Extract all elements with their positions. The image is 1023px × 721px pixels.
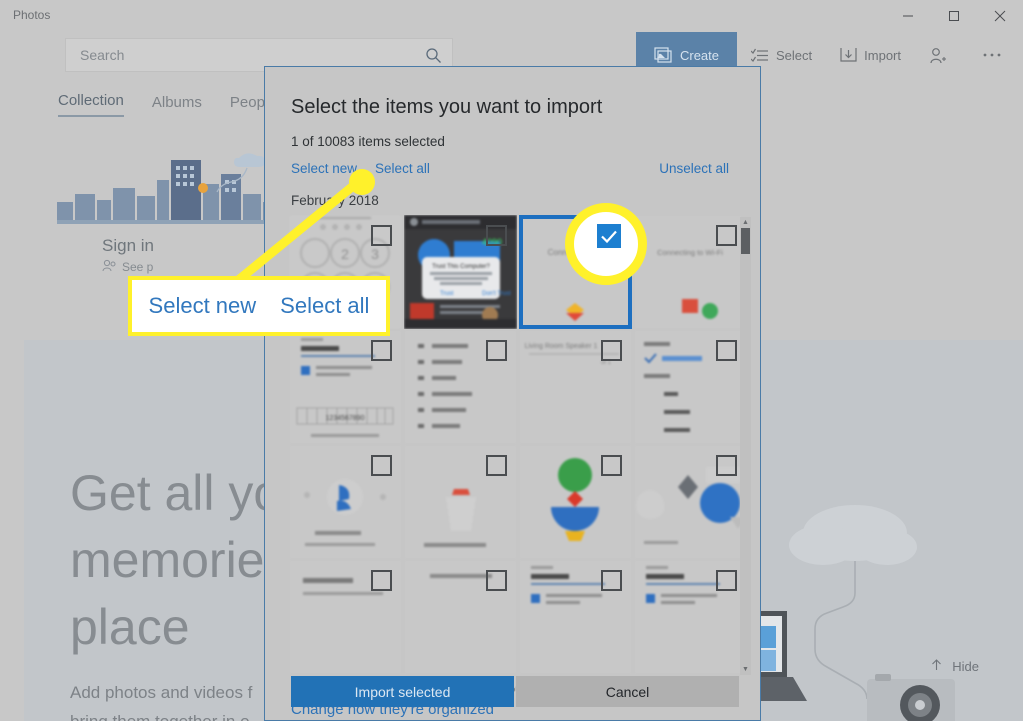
dialog-buttons: Import selected Cancel xyxy=(291,676,739,707)
tab-collection[interactable]: Collection xyxy=(58,92,124,117)
thumbnail-checkbox[interactable] xyxy=(486,340,507,361)
thumbnail-checkbox[interactable] xyxy=(601,455,622,476)
scroll-down-icon[interactable]: ▼ xyxy=(740,664,751,675)
thumbnail-item[interactable]: Living Room Speaker 1 of 1 xyxy=(519,330,632,444)
svg-text:1234567890: 1234567890 xyxy=(326,415,365,422)
thumbnail-checkbox[interactable] xyxy=(716,225,737,246)
screen: Photos Search Create Select Import Colle… xyxy=(0,0,1023,721)
minimize-icon[interactable] xyxy=(885,0,931,32)
thumbnail-checkbox[interactable] xyxy=(371,455,392,476)
thumbnail-item[interactable] xyxy=(519,445,632,559)
hero-paragraph: Add photos and videos f bring them toget… xyxy=(70,683,253,721)
import-button[interactable]: Import xyxy=(826,35,915,75)
callout-annotation: Select new Select all xyxy=(128,276,390,336)
import-label: Import xyxy=(864,47,901,63)
tab-albums[interactable]: Albums xyxy=(152,94,202,117)
thumbnail-checkbox[interactable] xyxy=(716,455,737,476)
thumbnail-checkbox[interactable] xyxy=(716,340,737,361)
thumbnail-item[interactable]: 4090 Trust This Computer? Trust Don't Tr… xyxy=(404,215,517,329)
callout-select-all: Select all xyxy=(280,293,370,318)
svg-text:3: 3 xyxy=(371,246,379,262)
import-icon xyxy=(840,47,857,63)
nav-tabs: Collection Albums People xyxy=(58,92,277,117)
create-icon xyxy=(654,47,673,63)
thumbnail-checkbox[interactable] xyxy=(486,455,507,476)
thumbnail-item[interactable] xyxy=(404,445,517,559)
import-selected-button[interactable]: Import selected xyxy=(291,676,514,707)
select-icon xyxy=(751,48,769,63)
thumbnail-checkbox[interactable] xyxy=(371,225,392,246)
close-icon[interactable] xyxy=(977,0,1023,32)
window-controls xyxy=(885,0,1023,32)
dialog-title: Select the items you want to import xyxy=(291,96,603,118)
svg-text:Don't Trust: Don't Trust xyxy=(482,291,511,297)
callout-select-new: Select new xyxy=(148,293,257,318)
group-heading: February 2018 xyxy=(291,193,379,208)
unselect-all-link[interactable]: Unselect all xyxy=(659,161,729,176)
thumbnail-checkbox[interactable] xyxy=(486,225,507,246)
thumbnail-item[interactable] xyxy=(519,560,632,674)
scrollbar-thumb[interactable] xyxy=(741,228,750,254)
thumbnail-checkbox[interactable] xyxy=(486,570,507,591)
selection-links: Select new Select all xyxy=(291,161,430,176)
sign-in-subtitle-text: See p xyxy=(122,260,154,274)
thumbnail-item[interactable] xyxy=(404,330,517,444)
title-bar: Photos xyxy=(0,0,1023,32)
select-label: Select xyxy=(776,47,813,63)
svg-text:2: 2 xyxy=(341,246,349,262)
thumbnail-item[interactable]: Connecting to Wi-Fi xyxy=(634,215,741,329)
more-options-button[interactable] xyxy=(968,35,1023,75)
thumbnail-checkbox[interactable] xyxy=(371,340,392,361)
select-new-link[interactable]: Select new xyxy=(291,161,357,176)
thumbnail-item[interactable] xyxy=(634,330,741,444)
thumbnail-checkbox[interactable] xyxy=(716,570,737,591)
highlighted-checkbox[interactable] xyxy=(597,224,621,248)
thumbnail-item[interactable] xyxy=(634,560,741,674)
thumbnail-checkbox[interactable] xyxy=(601,570,622,591)
thumbnail-checkbox[interactable] xyxy=(371,570,392,591)
svg-text:Living Room Speaker 1: Living Room Speaker 1 xyxy=(525,343,598,350)
thumbnail-item[interactable] xyxy=(289,560,402,674)
selected-count: 1 of 10083 items selected xyxy=(291,134,445,149)
add-person-button[interactable] xyxy=(915,35,968,75)
people-icon xyxy=(102,259,117,275)
thumbnail-item[interactable]: 1234567890 xyxy=(289,330,402,444)
select-all-link[interactable]: Select all xyxy=(375,161,430,176)
city-skyline-illustration xyxy=(57,153,283,224)
thumbnail-item[interactable] xyxy=(289,445,402,559)
scroll-up-icon[interactable]: ▲ xyxy=(740,217,751,228)
app-title: Photos xyxy=(13,8,51,22)
grid-scrollbar[interactable]: ▲ ▼ xyxy=(740,217,751,675)
thumbnail-checkbox[interactable] xyxy=(601,340,622,361)
add-person-icon xyxy=(929,47,947,64)
import-dialog: Select the items you want to import 1 of… xyxy=(264,66,761,721)
search-placeholder: Search xyxy=(80,47,125,63)
cancel-button[interactable]: Cancel xyxy=(516,676,739,707)
thumbnail-item[interactable] xyxy=(404,560,517,674)
svg-text:Trust: Trust xyxy=(440,291,454,297)
more-options-icon xyxy=(982,52,1002,58)
thumbnail-item[interactable] xyxy=(634,445,741,559)
create-label: Create xyxy=(679,47,720,63)
maximize-icon[interactable] xyxy=(931,0,977,32)
svg-text:Connecting to Wi-Fi: Connecting to Wi-Fi xyxy=(657,248,723,257)
svg-text:Trust This Computer?: Trust This Computer? xyxy=(432,264,490,270)
